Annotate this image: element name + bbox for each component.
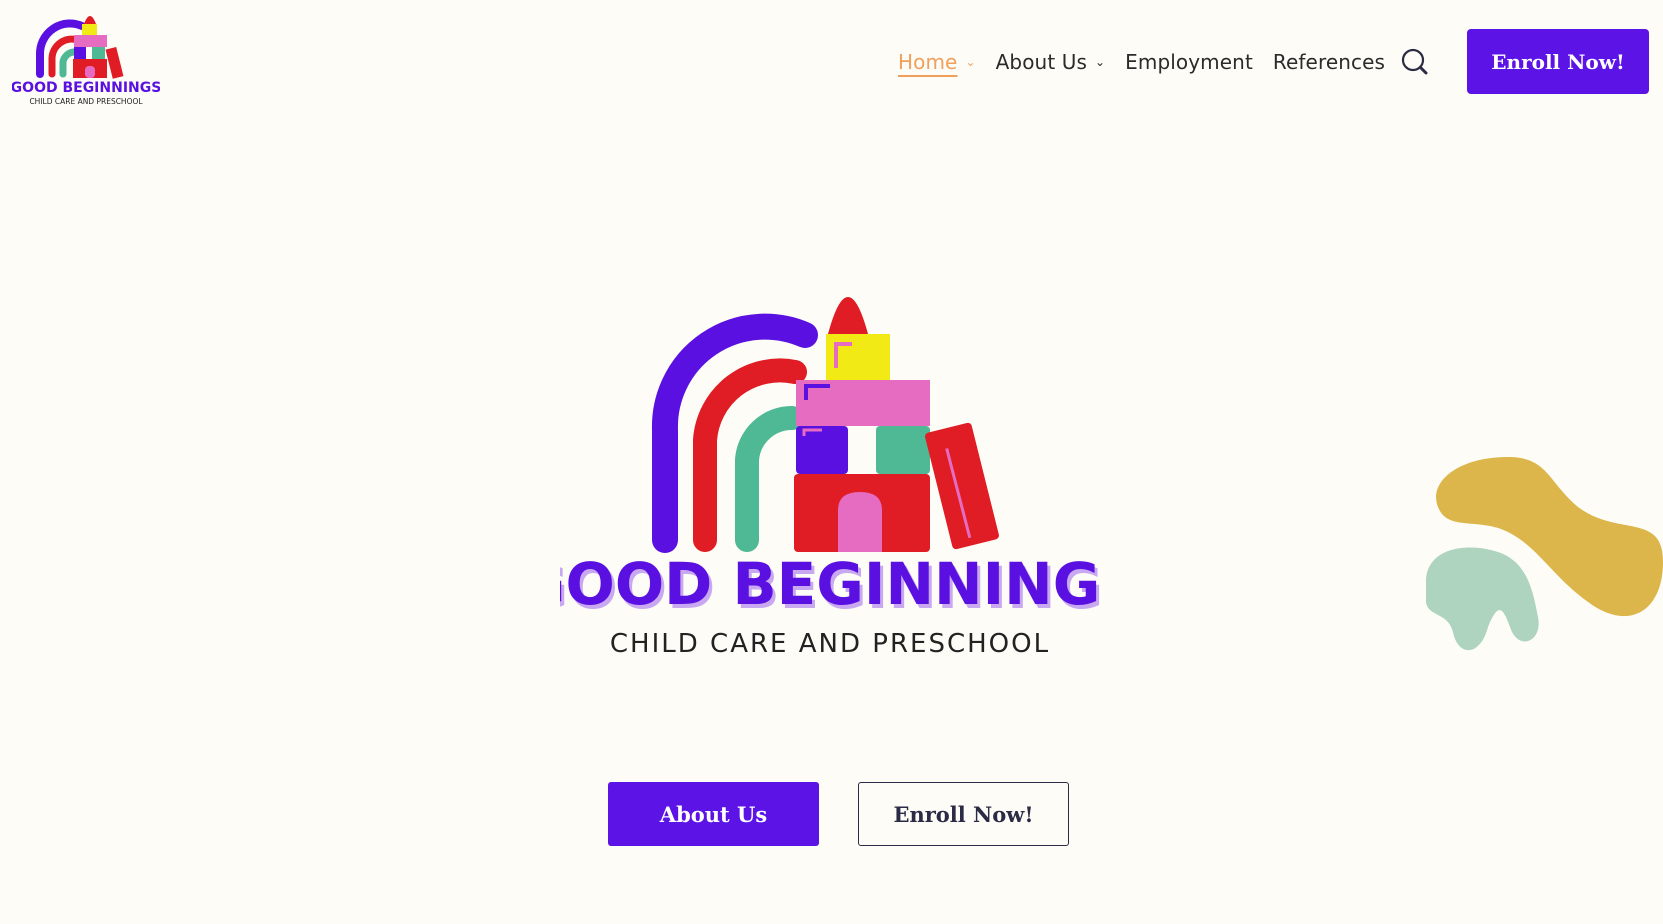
nav-item-references[interactable]: References	[1273, 50, 1385, 74]
nav-item-label: Home	[898, 50, 958, 74]
svg-text:CHILD CARE AND PRESCHOOL: CHILD CARE AND PRESCHOOL	[29, 97, 143, 106]
chevron-down-icon: ⌄	[965, 55, 976, 69]
enroll-now-outline-button[interactable]: Enroll Now!	[858, 782, 1069, 846]
nav-item-employment[interactable]: Employment	[1125, 50, 1253, 74]
hero-logo-subtitle: CHILD CARE AND PRESCHOOL	[610, 629, 1050, 659]
svg-text:GOOD BEGINNINGS: GOOD BEGINNINGS	[12, 80, 160, 96]
nav-item-label: Employment	[1125, 50, 1253, 74]
nav-item-home[interactable]: Home ⌄	[898, 50, 976, 74]
hero-logo: GOOD BEGINNINGS GOOD BEGINNINGS CHILD CA…	[560, 297, 1100, 659]
enroll-now-button[interactable]: Enroll Now!	[1467, 29, 1649, 94]
decorative-blob	[1426, 457, 1663, 651]
nav-item-label: About Us	[995, 50, 1087, 74]
nav-item-label: References	[1272, 50, 1386, 74]
header-logo[interactable]: GOOD BEGINNINGS CHILD CARE AND PRESCHOOL	[12, 4, 160, 112]
about-us-button[interactable]: About Us	[608, 782, 819, 846]
main-nav: Home ⌄ About Us ⌄ Employment References	[898, 44, 1405, 80]
nav-item-about-us[interactable]: About Us ⌄	[996, 50, 1106, 74]
search-icon[interactable]	[1400, 47, 1430, 77]
hero-logo-title: GOOD BEGINNINGS	[560, 550, 1100, 618]
page: GOOD BEGINNINGS CHILD CARE AND PRESCHOOL…	[0, 0, 1663, 924]
chevron-down-icon: ⌄	[1094, 55, 1106, 69]
